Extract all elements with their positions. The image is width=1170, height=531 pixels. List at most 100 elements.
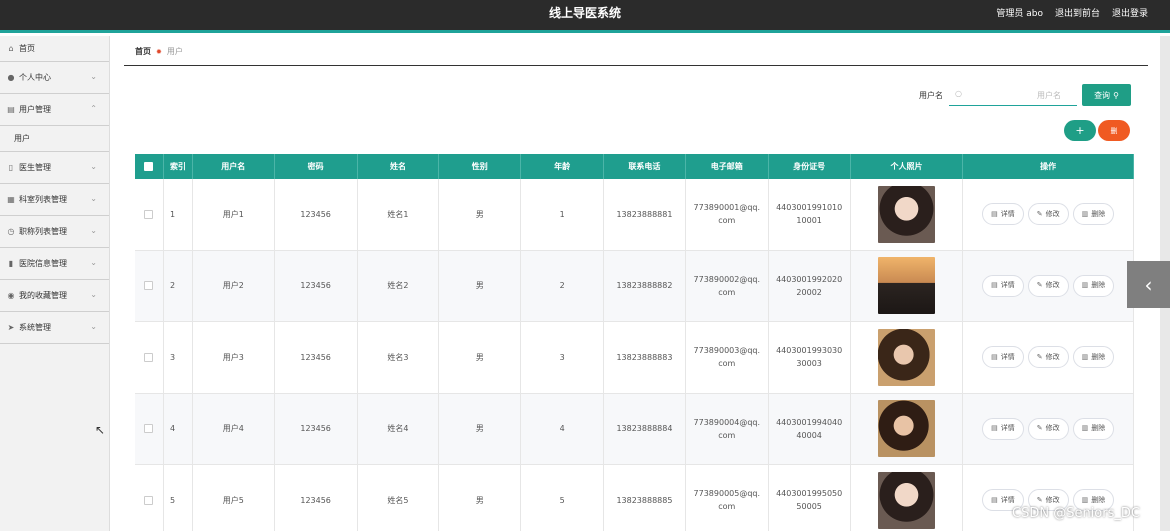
cell-phone: 13823888881 <box>604 179 686 250</box>
table-row: 3 用户3 123456 姓名3 男 3 13823888883 773890003@qq.c… <box>135 322 1134 394</box>
sidebar-item-hospital-info[interactable]: ▮ 医院信息管理 ⌄ <box>0 248 109 280</box>
sidebar-item-label: 医院信息管理 <box>19 259 67 268</box>
sidebar-subitem-user[interactable]: 用户 <box>0 126 109 152</box>
cell-username: 用户3 <box>193 322 275 393</box>
row-checkbox[interactable] <box>135 250 164 321</box>
doc-icon: ▤ <box>991 281 998 290</box>
back-to-frontend-link[interactable]: 退出到前台 <box>1055 6 1100 19</box>
chevron-down-icon: ⌄ <box>90 290 97 299</box>
sidebar-item-departments[interactable]: ▦ 科室列表管理 ⌄ <box>0 184 109 216</box>
detail-label: 详情 <box>1000 281 1015 290</box>
cell-age: 3 <box>521 322 605 393</box>
edit-button[interactable]: ✎ 修改 <box>1027 203 1069 226</box>
edit-icon: ✎ <box>1036 352 1043 361</box>
cell-password: 123456 <box>275 465 358 531</box>
chevron-left-icon[interactable]: ‹ <box>1127 261 1170 308</box>
sidebar-item-home[interactable]: ⌂ 首页 <box>0 36 109 62</box>
cell-phone: 13823888884 <box>604 393 686 464</box>
delete-label: 删除 <box>1091 424 1106 433</box>
breadcrumb-home[interactable]: 首页 <box>135 46 151 57</box>
column-header: 姓名 <box>358 154 440 179</box>
cell-gender: 男 <box>439 179 522 250</box>
detail-button[interactable]: ▤ 详情 <box>982 203 1024 226</box>
edit-label: 修改 <box>1045 352 1060 361</box>
chevron-down-icon: ⌄ <box>90 162 97 171</box>
cell-password: 123456 <box>275 393 358 464</box>
breadcrumb-current: 用户 <box>166 47 183 56</box>
cell-phone: 13823888882 <box>604 250 686 321</box>
cell-age: 5 <box>521 465 605 531</box>
search-input[interactable]: ○ 用户名 <box>949 84 1077 106</box>
list-icon: ▤ <box>7 105 15 114</box>
edit-icon: ✎ <box>1036 424 1043 433</box>
clock-icon: ◷ <box>7 227 15 236</box>
users-table: 索引 用户名 密码 姓名 性别 年龄 联系电话 电子邮箱 身份证号 个人照片 操… <box>135 154 1134 531</box>
cell-index: 2 <box>164 250 193 321</box>
sidebar-item-profile[interactable]: ● 个人中心 ⌄ <box>0 62 109 94</box>
breadcrumb-separator-icon: ✹ <box>156 47 162 56</box>
sidebar-item-label: 我的收藏管理 <box>19 291 67 300</box>
sidebar-item-label: 医生管理 <box>19 163 51 172</box>
logout-link[interactable]: 退出登录 <box>1112 6 1148 19</box>
cell-name: 姓名5 <box>358 465 440 531</box>
cell-index: 4 <box>164 393 193 464</box>
admin-label: 管理员 abo <box>996 9 1043 19</box>
chart-icon: ▮ <box>8 259 14 268</box>
user-photo <box>877 400 935 458</box>
edit-button[interactable]: ✎ 修改 <box>1027 346 1069 369</box>
doc-icon: ▯ <box>8 163 14 172</box>
chevron-down-icon: ⌄ <box>90 72 97 81</box>
edit-label: 修改 <box>1045 281 1060 290</box>
delete-row-button[interactable]: ▥ 删除 <box>1072 417 1115 440</box>
cell-id-card: 440300199202020002 <box>769 250 851 321</box>
cell-password: 123456 <box>275 322 358 393</box>
row-checkbox[interactable] <box>135 393 164 464</box>
sidebar-item-doctors[interactable]: ▯ 医生管理 ⌄ <box>0 152 109 184</box>
row-checkbox[interactable] <box>135 179 164 250</box>
cell-username: 用户2 <box>193 250 275 321</box>
cell-photo <box>851 322 964 393</box>
search-button[interactable]: 查询 ⚲ <box>1082 84 1131 106</box>
sidebar-item-users[interactable]: ▤ 用户管理 ⌃ <box>0 94 109 126</box>
detail-button[interactable]: ▤ 详情 <box>982 274 1024 297</box>
sidebar-item-favorites[interactable]: ◉ 我的收藏管理 ⌄ <box>0 280 109 312</box>
add-button[interactable]: + <box>1064 120 1096 141</box>
chevron-down-icon: ⌄ <box>90 226 97 235</box>
chevron-down-icon: ⌄ <box>90 322 97 331</box>
delete-row-button[interactable]: ▥ 删除 <box>1072 203 1115 226</box>
trash-icon: ▥ <box>1081 352 1089 361</box>
delete-row-button[interactable]: ▥ 删除 <box>1072 274 1115 297</box>
cell-email: 773890004@qq.com <box>686 393 769 464</box>
cell-email: 773890005@qq.com <box>686 465 769 531</box>
cell-actions: ▤ 详情 ✎ 修改 ▥ 删除 <box>963 322 1134 393</box>
edit-icon: ✎ <box>1036 209 1043 218</box>
table-icon: ▦ <box>7 195 15 204</box>
cell-actions: ▤ 详情 ✎ 修改 ▥ 删除 <box>963 465 1134 531</box>
trash-icon: ▥ <box>1081 495 1089 504</box>
detail-button[interactable]: ▤ 详情 <box>982 346 1024 369</box>
cell-username: 用户5 <box>193 465 275 531</box>
column-header: 电子邮箱 <box>686 154 769 179</box>
edit-icon: ✎ <box>1036 281 1043 290</box>
sidebar-item-titles[interactable]: ◷ 职称列表管理 ⌄ <box>0 216 109 248</box>
search-icon: ○ <box>955 89 962 98</box>
search-icon: ⚲ <box>1113 90 1119 100</box>
delete-row-button[interactable]: ▥ 删除 <box>1072 346 1115 369</box>
cell-email: 773890003@qq.com <box>686 322 769 393</box>
cell-id-card: 440300199303030003 <box>769 322 851 393</box>
pin-icon: ◉ <box>7 291 15 300</box>
edit-button[interactable]: ✎ 修改 <box>1027 417 1069 440</box>
doc-icon: ▤ <box>991 209 998 218</box>
edit-button[interactable]: ✎ 修改 <box>1027 274 1069 297</box>
user-photo <box>877 185 935 243</box>
cell-phone: 13823888883 <box>604 322 686 393</box>
row-checkbox[interactable] <box>135 322 164 393</box>
column-header: 用户名 <box>193 154 275 179</box>
delete-button[interactable]: 删 <box>1098 120 1130 141</box>
sidebar-item-system[interactable]: ➤ 系统管理 ⌄ <box>0 312 109 344</box>
detail-button[interactable]: ▤ 详情 <box>982 417 1024 440</box>
cell-index: 5 <box>164 465 193 531</box>
row-checkbox[interactable] <box>135 465 164 531</box>
select-all-checkbox[interactable] <box>135 154 164 179</box>
search-placeholder: 用户名 <box>1037 91 1061 100</box>
